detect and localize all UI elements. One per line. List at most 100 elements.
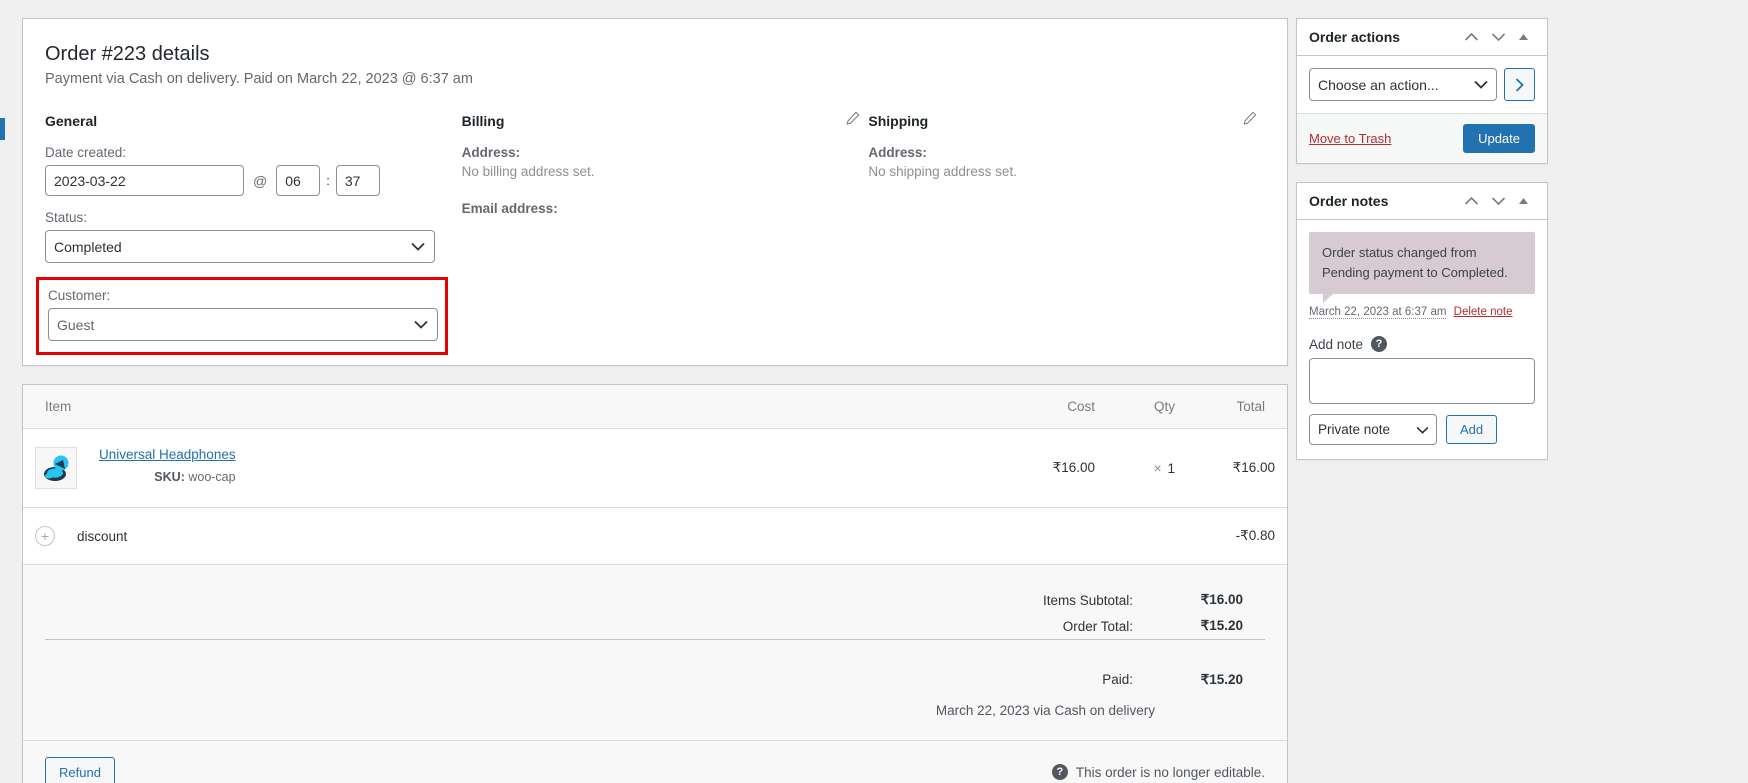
fee-total: -₹0.80 — [1187, 507, 1287, 565]
sku-value: woo-cap — [188, 470, 236, 484]
page-title: Order #223 details — [45, 43, 210, 65]
billing-edit-pencil-icon[interactable] — [846, 111, 860, 125]
customer-block-highlight: Customer: Guest — [36, 277, 448, 355]
delete-note-link[interactable]: Delete note — [1454, 306, 1513, 318]
left-edge-strip — [0, 0, 8, 783]
add-note-button[interactable]: Add — [1446, 415, 1498, 445]
shipping-address-label: Address: — [868, 145, 927, 160]
general-column: General Date created: @ : Status: — [36, 113, 462, 355]
hour-input[interactable] — [276, 165, 321, 196]
caret-up-icon[interactable] — [1512, 197, 1535, 205]
billing-column: Billing Address: No billing address set.… — [461, 111, 869, 355]
order-actions-footer: Move to Trash Update — [1297, 113, 1547, 163]
table-header-row: Item Cost Qty Total — [23, 385, 1287, 429]
customer-label: Customer: — [48, 288, 111, 303]
totals-divider — [45, 639, 1265, 658]
apply-action-button[interactable] — [1504, 68, 1535, 101]
status-select-wrapper: Completed — [45, 230, 435, 263]
product-link[interactable]: Universal Headphones — [99, 447, 236, 462]
billing-heading: Billing — [461, 113, 505, 129]
customer-select-wrapper: Guest — [48, 308, 438, 341]
order-items-table: Item Cost Qty Total Universal Headphones… — [23, 385, 1287, 565]
order-notes-list: Order status changed from Pending paymen… — [1297, 220, 1547, 320]
paid-value: ₹15.20 — [1200, 671, 1243, 687]
fee-qty — [1107, 507, 1187, 565]
order-action-select[interactable]: Choose an action... — [1309, 68, 1497, 101]
items-subtotal-row: Items Subtotal: ₹16.00 — [45, 587, 1265, 613]
paid-row: Paid: ₹15.20 — [45, 658, 1265, 693]
order-actions-body: Choose an action... — [1297, 56, 1547, 113]
date-created-input[interactable] — [45, 165, 244, 196]
totals-table: Items Subtotal: ₹16.00 Order Total: ₹15.… — [45, 587, 1265, 693]
billing-address-value: No billing address set. — [461, 164, 595, 179]
order-notes-title: Order notes — [1309, 193, 1389, 209]
admin-menu-marker — [0, 118, 5, 140]
order-data-panel: Order #223 details Payment via Cash on d… — [22, 18, 1288, 366]
shipping-heading: Shipping — [868, 113, 929, 129]
order-total-label: Order Total: — [1062, 618, 1133, 634]
move-down-icon[interactable] — [1485, 32, 1512, 42]
note-text: Order status changed from Pending paymen… — [1309, 232, 1535, 304]
sku-label: SKU: — [154, 470, 185, 484]
sidebar-column: Order actions Choose an action... Move t… — [1296, 18, 1548, 478]
refund-button[interactable]: Refund — [45, 756, 115, 783]
date-created-label: Date created: — [45, 145, 127, 160]
move-to-trash-link[interactable]: Move to Trash — [1309, 131, 1391, 146]
move-up-icon[interactable] — [1458, 32, 1485, 42]
notice-text: This order is no longer editable. — [1075, 764, 1265, 780]
move-down-icon[interactable] — [1485, 196, 1512, 206]
status-block: Status: Completed — [45, 210, 442, 263]
billing-email-label: Email address: — [461, 201, 558, 216]
col-item: Item — [23, 385, 1017, 429]
order-actions-panel: Order actions Choose an action... Move t… — [1296, 18, 1548, 164]
time-separator: : — [326, 173, 330, 188]
move-up-icon[interactable] — [1458, 196, 1485, 206]
help-icon[interactable]: ? — [1371, 336, 1388, 353]
note-meta: March 22, 2023 at 6:37 am Delete note — [1309, 306, 1535, 320]
list-item: Order status changed from Pending paymen… — [1309, 232, 1535, 320]
qty-multiply-symbol: × — [1153, 460, 1162, 476]
item-flex: Universal Headphones SKU: woo-cap — [35, 447, 1005, 489]
item-cost: ₹16.00 — [1017, 428, 1107, 508]
order-items-body: Universal Headphones SKU: woo-cap ₹16.00… — [23, 428, 1287, 565]
product-sku: SKU: woo-cap — [154, 470, 235, 484]
minute-input[interactable] — [335, 165, 380, 196]
order-notes-header: Order notes — [1297, 183, 1547, 220]
order-total-row: Order Total: ₹15.20 — [45, 613, 1265, 640]
note-type-select[interactable]: Private note — [1309, 414, 1437, 446]
col-cost: Cost — [1017, 385, 1107, 429]
caret-up-icon[interactable] — [1512, 33, 1535, 41]
items-subtotal-label: Items Subtotal: — [1042, 592, 1133, 608]
table-row: Universal Headphones SKU: woo-cap ₹16.00… — [23, 428, 1287, 508]
action-select-wrapper: Choose an action... — [1309, 68, 1497, 101]
general-heading: General — [45, 113, 98, 129]
add-note-section: Add note ? Private note Add — [1297, 332, 1547, 459]
add-note-textarea[interactable] — [1309, 358, 1535, 405]
product-thumbnail — [35, 447, 77, 489]
customer-select[interactable]: Guest — [48, 308, 438, 341]
order-not-editable-notice: ? This order is no longer editable. — [1051, 764, 1265, 780]
col-total: Total — [1187, 385, 1287, 429]
status-select[interactable]: Completed — [45, 230, 435, 263]
order-totals: Items Subtotal: ₹16.00 Order Total: ₹15.… — [23, 565, 1287, 740]
fee-flex: + discount — [35, 526, 1005, 546]
order-items-head: Item Cost Qty Total — [23, 385, 1287, 429]
add-note-label: Add note — [1309, 336, 1364, 352]
note-timestamp: March 22, 2023 at 6:37 am — [1309, 306, 1447, 320]
update-button[interactable]: Update — [1463, 124, 1535, 153]
paid-label: Paid: — [1102, 672, 1133, 687]
shipping-column: Shipping Address: No shipping address se… — [868, 111, 1265, 355]
main-column: Order #223 details Payment via Cash on d… — [22, 18, 1288, 783]
item-total: ₹16.00 — [1187, 428, 1287, 508]
date-created-row: @ : — [45, 165, 442, 196]
order-items-panel: Item Cost Qty Total Universal Headphones… — [22, 384, 1288, 783]
paid-note: March 22, 2023 via Cash on delivery — [935, 702, 1155, 718]
at-symbol: @ — [253, 172, 268, 189]
order-notes-panel: Order notes Order status changed from Pe… — [1296, 182, 1548, 461]
shipping-edit-pencil-icon[interactable] — [1243, 111, 1257, 125]
add-note-label-row: Add note ? — [1309, 336, 1535, 353]
items-footer: Refund ? This order is no longer editabl… — [23, 739, 1287, 783]
fee-cost — [1017, 507, 1107, 565]
item-cell: Universal Headphones SKU: woo-cap — [23, 428, 1017, 508]
col-qty: Qty — [1107, 385, 1187, 429]
